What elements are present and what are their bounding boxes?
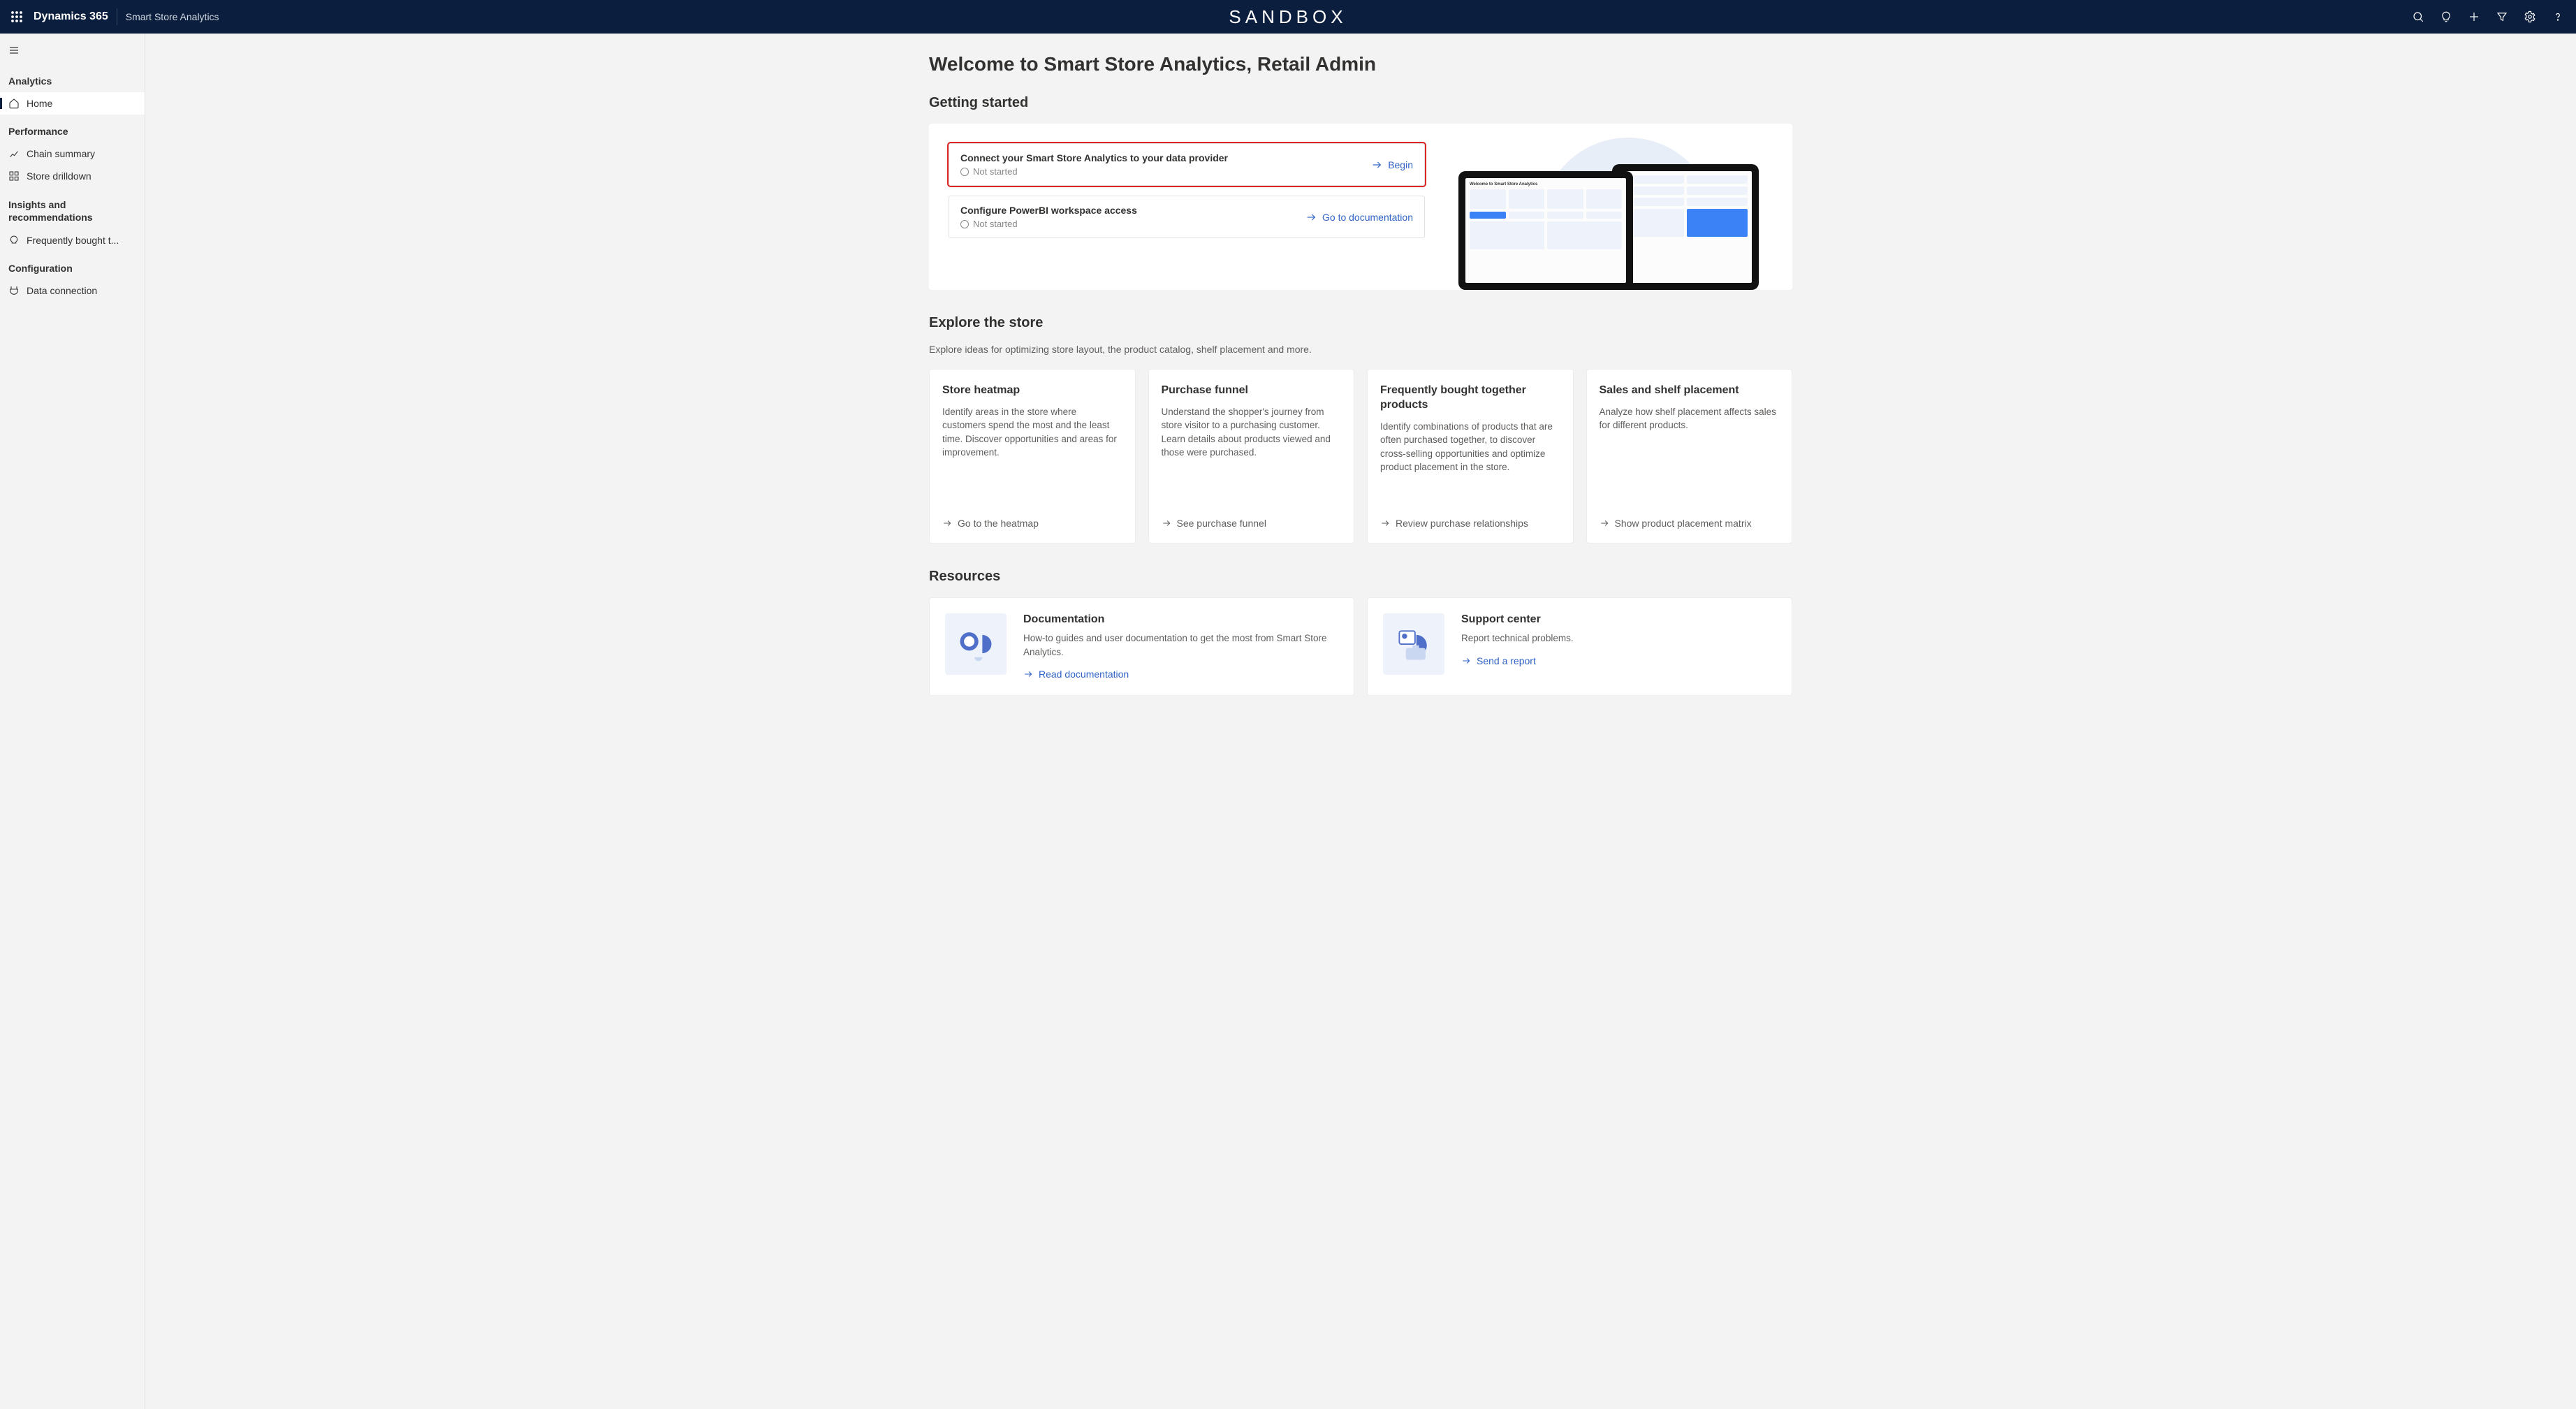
sidebar-item-label: Home bbox=[27, 98, 52, 109]
sidebar-item-home[interactable]: Home bbox=[0, 92, 145, 115]
gs-docs-link[interactable]: Go to documentation bbox=[1305, 212, 1413, 223]
sidebar-item-label: Frequently bought t... bbox=[27, 235, 119, 246]
settings-button[interactable] bbox=[2517, 4, 2542, 29]
gs-row-status: Not started bbox=[960, 166, 1228, 177]
sidebar-group-configuration: Configuration bbox=[0, 251, 145, 279]
sidebar-item-label: Chain summary bbox=[27, 148, 95, 159]
arrow-right-icon bbox=[1371, 159, 1382, 170]
plug-icon bbox=[8, 285, 20, 296]
getting-started-card: Connect your Smart Store Analytics to yo… bbox=[929, 124, 1792, 290]
ideas-button[interactable] bbox=[2434, 4, 2459, 29]
plus-icon bbox=[2468, 10, 2480, 23]
gear-icon bbox=[2524, 10, 2536, 23]
card-title: Store heatmap bbox=[942, 384, 1122, 398]
gs-row-status: Not started bbox=[960, 219, 1137, 229]
getting-started-illustration: Welcome to Smart Store Analytics bbox=[1444, 143, 1773, 290]
filter-button[interactable] bbox=[2489, 4, 2515, 29]
search-icon bbox=[2412, 10, 2424, 23]
sidebar-group-performance: Performance bbox=[0, 115, 145, 143]
resource-link[interactable]: Read documentation bbox=[1023, 669, 1338, 680]
arrow-right-icon bbox=[1162, 518, 1171, 528]
chart-icon bbox=[8, 148, 20, 159]
section-resources-title: Resources bbox=[929, 569, 1792, 585]
explore-card-fbt[interactable]: Frequently bought together products Iden… bbox=[1367, 369, 1574, 543]
card-link[interactable]: Show product placement matrix bbox=[1600, 518, 1780, 529]
filter-icon bbox=[2496, 10, 2508, 23]
card-desc: Identify combinations of products that a… bbox=[1380, 420, 1560, 508]
home-icon bbox=[8, 98, 20, 109]
page-title: Welcome to Smart Store Analytics, Retail… bbox=[929, 53, 1792, 75]
gs-row-title: Connect your Smart Store Analytics to yo… bbox=[960, 152, 1228, 163]
support-icon bbox=[1383, 613, 1444, 675]
grid-icon bbox=[8, 170, 20, 182]
resource-desc: Report technical problems. bbox=[1461, 632, 1574, 645]
search-button[interactable] bbox=[2406, 4, 2431, 29]
arrow-right-icon bbox=[942, 518, 952, 528]
explore-card-placement[interactable]: Sales and shelf placement Analyze how sh… bbox=[1586, 369, 1793, 543]
section-getting-started-title: Getting started bbox=[929, 95, 1792, 111]
laptop-mockup-b bbox=[1612, 164, 1759, 290]
gs-configure-powerbi-row[interactable]: Configure PowerBI workspace access Not s… bbox=[949, 196, 1425, 238]
lightbulb-icon bbox=[8, 235, 20, 246]
gs-begin-link[interactable]: Begin bbox=[1371, 159, 1413, 170]
laptop-mockup-a: Welcome to Smart Store Analytics bbox=[1458, 171, 1633, 290]
main-content: Welcome to Smart Store Analytics, Retail… bbox=[145, 34, 2576, 1409]
environment-label: SANDBOX bbox=[1229, 6, 1347, 28]
sidebar-item-store-drilldown[interactable]: Store drilldown bbox=[0, 165, 145, 187]
explore-card-heatmap[interactable]: Store heatmap Identify areas in the stor… bbox=[929, 369, 1136, 543]
card-title: Purchase funnel bbox=[1162, 384, 1342, 398]
brand-label: Dynamics 365 bbox=[34, 10, 108, 23]
card-link[interactable]: Go to the heatmap bbox=[942, 518, 1122, 529]
explore-card-funnel[interactable]: Purchase funnel Understand the shopper's… bbox=[1148, 369, 1355, 543]
nav-toggle-button[interactable] bbox=[0, 36, 28, 64]
status-circle-icon bbox=[960, 220, 969, 228]
arrow-right-icon bbox=[1600, 518, 1609, 528]
resource-title: Documentation bbox=[1023, 613, 1338, 626]
card-link[interactable]: Review purchase relationships bbox=[1380, 518, 1560, 529]
sidebar-item-data-connection[interactable]: Data connection bbox=[0, 279, 145, 302]
help-icon bbox=[2552, 10, 2564, 23]
card-desc: Analyze how shelf placement affects sale… bbox=[1600, 405, 1780, 508]
sidebar-item-frequently-bought[interactable]: Frequently bought t... bbox=[0, 229, 145, 251]
sidebar: Analytics Home Performance Chain summary… bbox=[0, 34, 145, 1409]
sidebar-item-label: Data connection bbox=[27, 285, 97, 296]
card-title: Sales and shelf placement bbox=[1600, 384, 1780, 398]
arrow-right-icon bbox=[1023, 669, 1033, 679]
arrow-right-icon bbox=[1305, 212, 1317, 223]
add-button[interactable] bbox=[2461, 4, 2487, 29]
app-name-label: Smart Store Analytics bbox=[126, 11, 219, 22]
topbar: Dynamics 365 Smart Store Analytics SANDB… bbox=[0, 0, 2576, 34]
card-title: Frequently bought together products bbox=[1380, 384, 1560, 413]
resource-title: Support center bbox=[1461, 613, 1574, 626]
explore-cards: Store heatmap Identify areas in the stor… bbox=[929, 369, 1792, 543]
sidebar-group-insights: Insights and recommendations bbox=[0, 187, 145, 229]
documentation-icon bbox=[945, 613, 1007, 675]
status-circle-icon bbox=[960, 168, 969, 176]
sidebar-group-analytics: Analytics bbox=[0, 64, 145, 92]
resource-link[interactable]: Send a report bbox=[1461, 655, 1574, 666]
resource-cards: Documentation How-to guides and user doc… bbox=[929, 597, 1792, 696]
section-explore-title: Explore the store bbox=[929, 315, 1792, 331]
help-button[interactable] bbox=[2545, 4, 2570, 29]
gs-row-title: Configure PowerBI workspace access bbox=[960, 205, 1137, 216]
app-launcher-button[interactable] bbox=[6, 6, 28, 28]
menu-icon bbox=[8, 45, 20, 56]
card-desc: Identify areas in the store where custom… bbox=[942, 405, 1122, 508]
arrow-right-icon bbox=[1380, 518, 1390, 528]
waffle-icon bbox=[11, 11, 22, 22]
lightbulb-icon bbox=[2440, 10, 2452, 23]
resource-card-documentation[interactable]: Documentation How-to guides and user doc… bbox=[929, 597, 1354, 696]
sidebar-item-label: Store drilldown bbox=[27, 170, 92, 182]
card-link[interactable]: See purchase funnel bbox=[1162, 518, 1342, 529]
resource-card-support[interactable]: Support center Report technical problems… bbox=[1367, 597, 1792, 696]
gs-connect-data-provider-row[interactable]: Connect your Smart Store Analytics to yo… bbox=[949, 143, 1425, 186]
sidebar-item-chain-summary[interactable]: Chain summary bbox=[0, 143, 145, 165]
resource-desc: How-to guides and user documentation to … bbox=[1023, 632, 1338, 659]
card-desc: Understand the shopper's journey from st… bbox=[1162, 405, 1342, 508]
topbar-actions bbox=[2406, 4, 2570, 29]
arrow-right-icon bbox=[1461, 656, 1471, 666]
section-explore-subtitle: Explore ideas for optimizing store layou… bbox=[929, 344, 1792, 355]
